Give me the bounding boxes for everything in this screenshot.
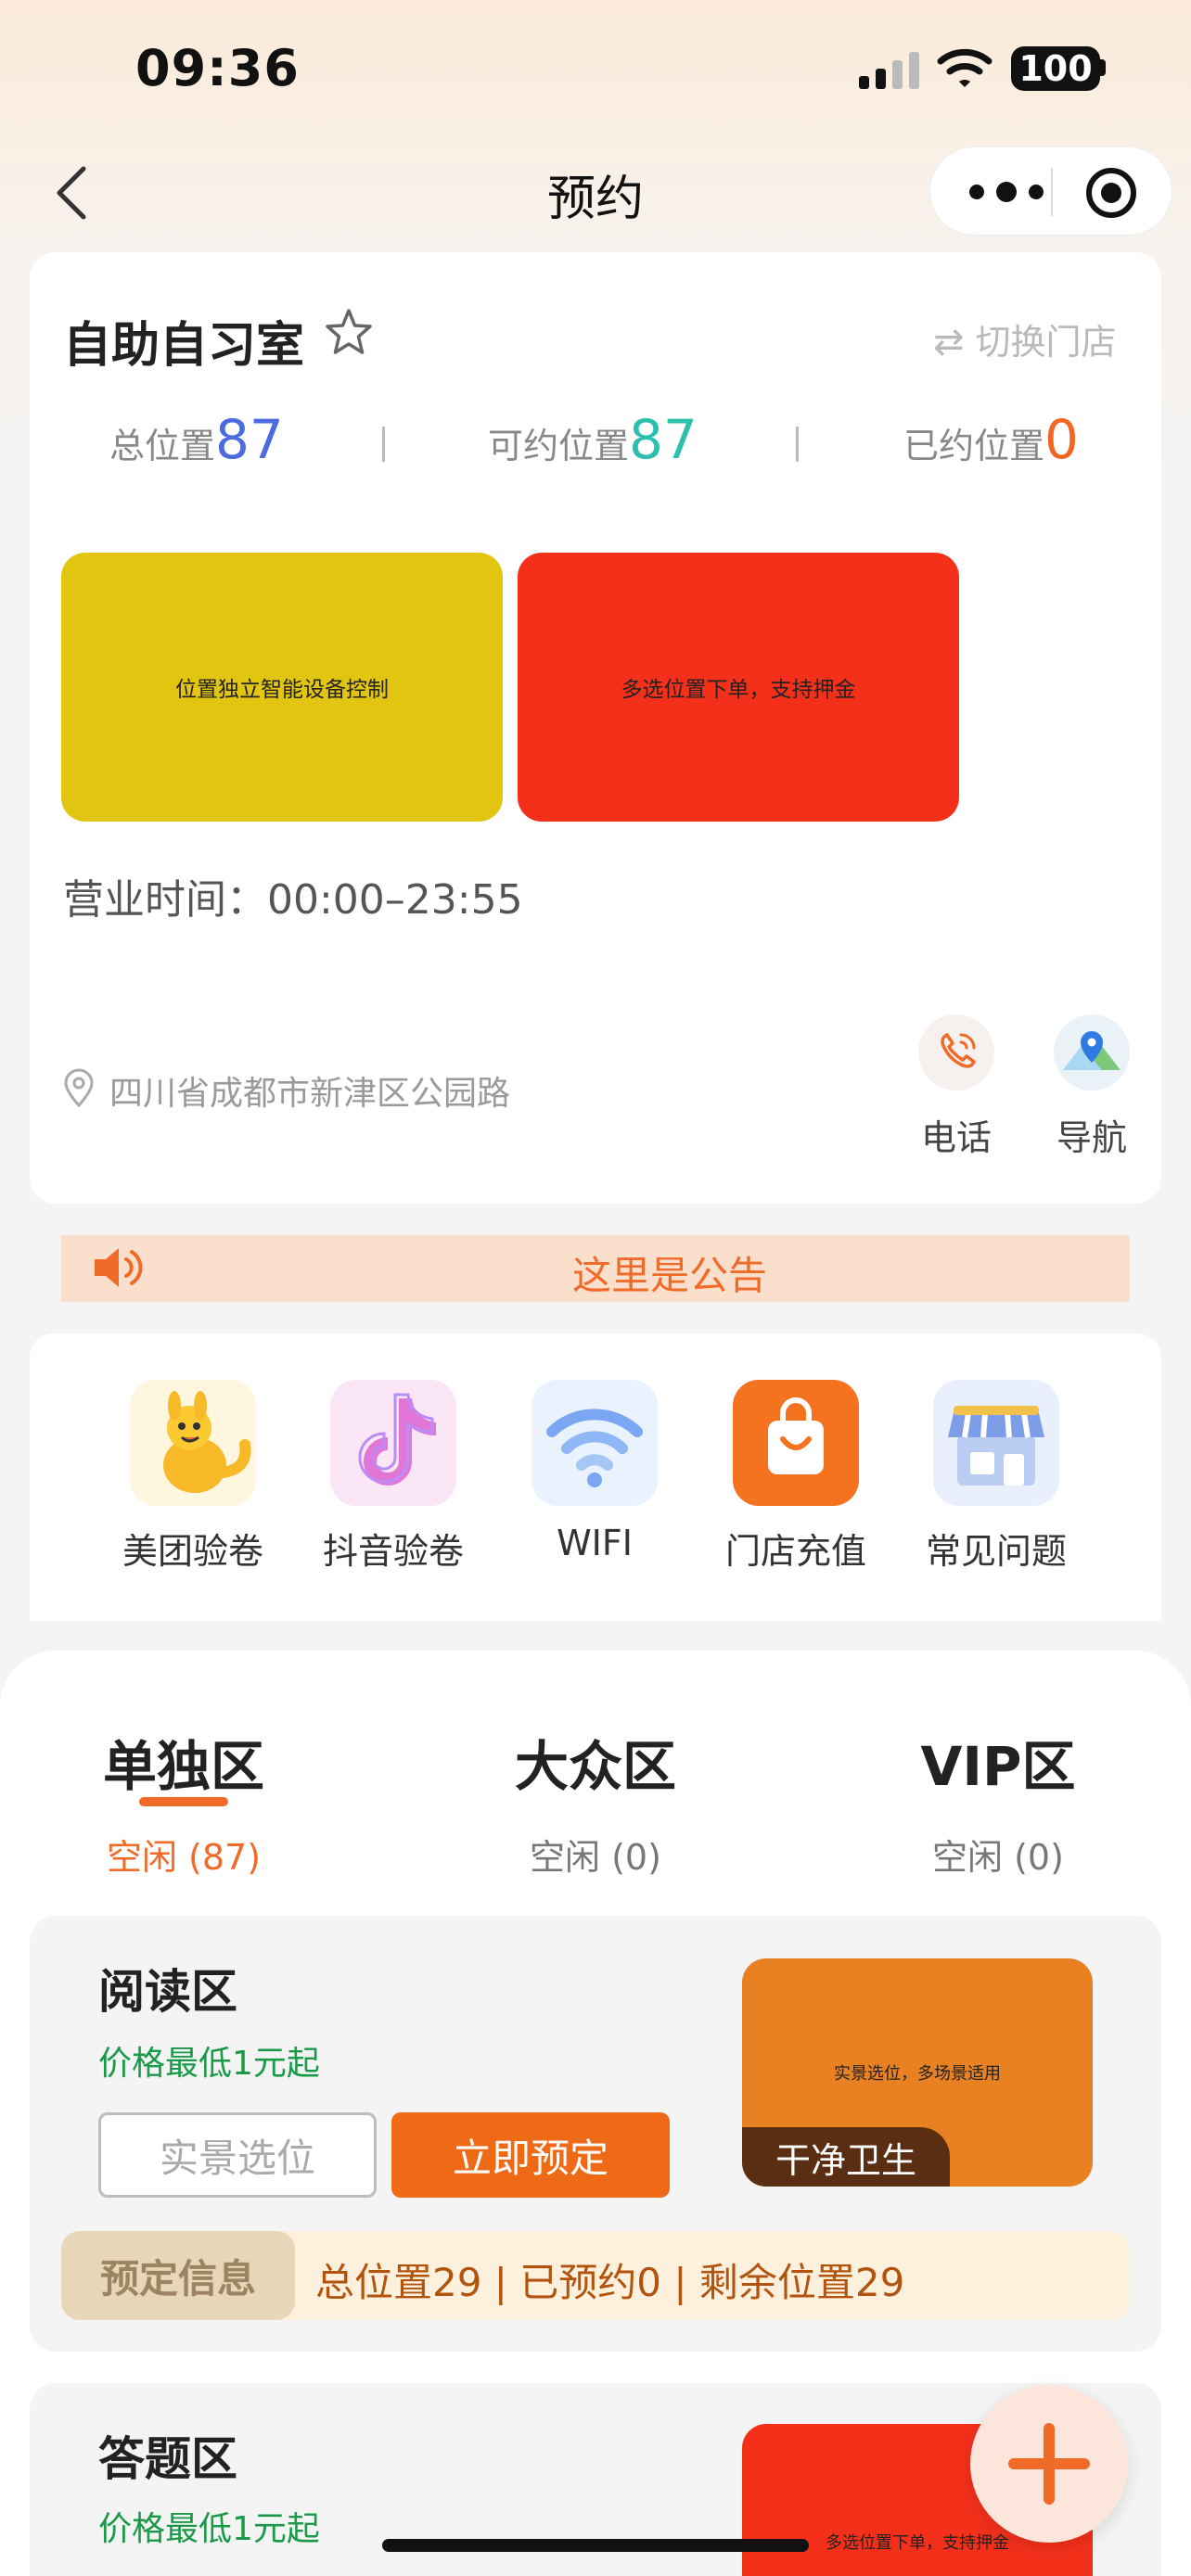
wifi-icon: [531, 1380, 658, 1506]
area-price: 价格最低1元起: [98, 2045, 320, 2083]
booking-info-label: 预定信息: [61, 2231, 295, 2320]
zone-name: 单独区: [102, 1735, 264, 1798]
service-label: WIFI: [557, 1523, 633, 1563]
navigate-button[interactable]: [1054, 1014, 1130, 1090]
promo-banner-1[interactable]: 位置独立智能设备控制: [61, 553, 503, 822]
area-image-tag: 干净卫生: [742, 2127, 950, 2187]
service-label: 抖音验卷: [322, 1531, 464, 1572]
zone-name: VIP区: [920, 1735, 1076, 1798]
area-price: 价格最低1元起: [98, 2510, 320, 2548]
status-time: 09:36: [135, 39, 300, 97]
stat-booked-label: 已约位置: [903, 426, 1045, 466]
star-favorite-icon[interactable]: [323, 306, 375, 358]
meituan-kangaroo-icon: [130, 1380, 256, 1506]
add-floating-button[interactable]: [970, 2385, 1128, 2543]
active-tab-indicator: [139, 1797, 228, 1806]
stat-available-label: 可约位置: [488, 426, 630, 466]
zone-status: 空闲 (0): [932, 1837, 1064, 1878]
battery-indicator: 100: [1011, 46, 1100, 91]
area-title: 答题区: [98, 2432, 237, 2486]
view-seats-button[interactable]: 实景选位: [98, 2112, 377, 2198]
store-address: 四川省成都市新津区公园路: [109, 1075, 511, 1113]
store-awning-icon: [933, 1380, 1059, 1506]
stat-total: 总位置87: [109, 408, 284, 471]
stat-available: 可约位置87: [488, 408, 698, 471]
phone-icon: [941, 1033, 976, 1068]
service-recharge[interactable]: 门店充值: [712, 1380, 879, 1574]
cellular-signal-icon: [859, 52, 920, 89]
service-meituan[interactable]: 美团验卷: [109, 1380, 276, 1574]
store-name: 自助自习室: [63, 318, 305, 374]
service-wifi[interactable]: WIFI: [511, 1380, 678, 1563]
service-douyin[interactable]: 抖音验卷: [310, 1380, 477, 1574]
plus-icon: [1008, 2423, 1090, 2505]
more-options-icon[interactable]: [964, 175, 1049, 209]
service-faq[interactable]: 常见问题: [913, 1380, 1080, 1574]
home-indicator: [382, 2539, 809, 2552]
stat-divider: [382, 427, 385, 462]
capsule-divider: [1051, 168, 1053, 216]
recharge-bag-icon: [733, 1380, 859, 1506]
service-label: 美团验卷: [122, 1531, 263, 1572]
stat-total-value: 87: [215, 408, 284, 471]
switch-store-label: 切换门店: [975, 322, 1117, 363]
switch-arrows-icon: ⇄: [933, 321, 965, 363]
service-label: 门店充值: [724, 1531, 866, 1572]
wifi-status-icon: [937, 48, 992, 87]
stat-total-label: 总位置: [109, 426, 216, 466]
zone-status: 空闲 (0): [530, 1837, 661, 1878]
stat-booked-value: 0: [1044, 408, 1079, 471]
stat-divider: [796, 427, 799, 462]
close-target-icon[interactable]: [1086, 168, 1136, 218]
notice-text: 这里是公告: [571, 1253, 767, 1298]
map-navigation-icon: [1063, 1031, 1121, 1070]
service-label: 常见问题: [925, 1531, 1067, 1572]
stat-available-value: 87: [629, 408, 698, 471]
stat-booked: 已约位置0: [903, 408, 1079, 471]
zone-status: 空闲 (87): [106, 1837, 262, 1878]
phone-label: 电话: [920, 1117, 992, 1158]
location-pin-icon: [64, 1068, 94, 1107]
tab-zone-vip[interactable]: VIP区 空闲 (0): [877, 1723, 1119, 1880]
zone-name: 大众区: [514, 1735, 676, 1798]
book-now-button[interactable]: 立即预定: [391, 2112, 670, 2198]
promo-banner-2[interactable]: 多选位置下单，支持押金: [518, 553, 959, 822]
business-hours: 营业时间：00:00–23:55: [63, 876, 523, 924]
area-title: 阅读区: [98, 1965, 237, 2019]
douyin-note-icon: [330, 1380, 456, 1506]
mini-program-capsule: [929, 147, 1172, 236]
battery-tip: [1100, 59, 1106, 76]
switch-store-button[interactable]: ⇄ 切换门店: [933, 313, 1117, 364]
booking-info-text: 总位置29 | 已预约0 | 剩余位置29: [315, 2260, 905, 2305]
phone-call-button[interactable]: [918, 1014, 994, 1090]
navigate-label: 导航: [1056, 1117, 1127, 1158]
tab-zone-public[interactable]: 大众区 空闲 (0): [475, 1723, 716, 1880]
